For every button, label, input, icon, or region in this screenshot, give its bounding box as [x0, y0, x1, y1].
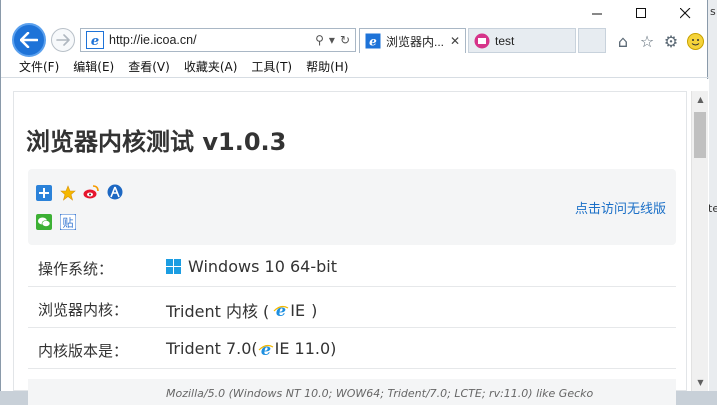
svg-text:e: e: [261, 341, 271, 357]
kernel-version-prefix: Trident 7.0(: [166, 339, 258, 358]
kernel-label: 浏览器内核：: [38, 301, 129, 319]
tab-label: test: [495, 33, 515, 48]
ie-page-icon: e: [86, 31, 104, 49]
forward-arrow-icon: [56, 34, 70, 46]
page-card: 浏览器内核测试 v1.0.3 贴 点击访问无线版 操作系统： Windows 1…: [13, 91, 687, 405]
kernel-version-ie: IE 11.0): [274, 339, 337, 358]
navigation-bar: e http://ie.icoa.cn/ ⚲ ▾ ↻ e 浏览器内... ✕ t…: [1, 22, 709, 57]
tab-test[interactable]: test: [468, 28, 576, 53]
os-value-text: Windows 10 64-bit: [188, 257, 337, 276]
new-tab-button[interactable]: [578, 28, 606, 53]
qzone-star-icon[interactable]: [60, 185, 76, 201]
svg-text:e: e: [91, 34, 99, 49]
menu-bar: 文件(F) 编辑(E) 查看(V) 收藏夹(A) 工具(T) 帮助(H): [1, 56, 709, 78]
ie-logo-icon: e: [258, 341, 273, 357]
share-box: 贴 点击访问无线版: [28, 169, 676, 245]
svg-text:e: e: [369, 35, 377, 49]
os-row: 操作系统： Windows 10 64-bit: [28, 246, 676, 287]
favorites-star-icon[interactable]: ☆: [637, 31, 657, 51]
background-text-fragment: te: [708, 202, 717, 215]
close-icon: [679, 7, 690, 18]
os-label: 操作系统：: [38, 260, 114, 278]
tab-browser-kernel[interactable]: e 浏览器内... ✕: [359, 28, 466, 53]
renren-icon[interactable]: [107, 184, 123, 200]
share-plus-icon[interactable]: [36, 185, 52, 201]
tab-label: 浏览器内...: [386, 34, 445, 49]
weibo-icon[interactable]: [83, 184, 99, 200]
kernel-row: 浏览器内核： Trident 内核 ( e IE ): [28, 287, 676, 328]
menu-tools[interactable]: 工具(T): [251, 58, 292, 75]
back-button[interactable]: [12, 23, 46, 57]
home-icon[interactable]: ⌂: [613, 31, 633, 51]
toolbar-icons: ⌂ ☆ ⚙: [613, 31, 705, 51]
svg-text:贴: 贴: [63, 216, 74, 230]
maximize-icon: [635, 7, 646, 18]
refresh-icon[interactable]: ↻: [340, 33, 350, 47]
tab-close-icon[interactable]: ✕: [448, 34, 462, 48]
kernel-value-suffix: ): [311, 300, 318, 320]
menu-favorites[interactable]: 收藏夹(A): [184, 58, 238, 75]
kernel-version-value: Trident 7.0( e IE 11.0): [166, 339, 336, 358]
kernel-value-prefix: Trident 内核 (: [166, 302, 270, 321]
user-agent-text: Mozilla/5.0 (Windows NT 10.0; WOW64; Tri…: [166, 387, 594, 400]
tab-site-icon: [474, 33, 490, 48]
feedback-smiley-icon[interactable]: [685, 31, 705, 51]
menu-view[interactable]: 查看(V): [128, 58, 170, 75]
vertical-scrollbar[interactable]: ▲ ▼: [691, 91, 708, 391]
menu-edit[interactable]: 编辑(E): [73, 58, 114, 75]
menu-help[interactable]: 帮助(H): [306, 58, 348, 75]
wechat-icon[interactable]: [36, 214, 52, 230]
kernel-value-ie: IE: [290, 300, 306, 320]
back-arrow-icon: [20, 32, 38, 48]
page-viewport: 浏览器内核测试 v1.0.3 贴 点击访问无线版 操作系统： Windows 1…: [1, 79, 709, 405]
search-icon[interactable]: ⚲: [315, 33, 324, 47]
smiley-icon: [686, 32, 704, 50]
scroll-down-arrow-icon[interactable]: ▼: [692, 374, 709, 391]
ie-logo-icon: e: [273, 302, 289, 318]
user-agent-row: Mozilla/5.0 (Windows NT 10.0; WOW64; Tri…: [28, 379, 676, 405]
scroll-thumb[interactable]: [694, 112, 706, 158]
menu-file[interactable]: 文件(F): [19, 58, 59, 75]
windows-logo-icon: [166, 259, 181, 274]
os-value: Windows 10 64-bit: [166, 257, 337, 276]
browser-window: e http://ie.icoa.cn/ ⚲ ▾ ↻ e 浏览器内... ✕ t…: [0, 0, 709, 405]
page-title: 浏览器内核测试 v1.0.3: [26, 128, 287, 156]
wireless-version-link[interactable]: 点击访问无线版: [575, 198, 666, 217]
kernel-value: Trident 内核 ( e IE ): [166, 298, 317, 322]
background-text-fragment: s: [710, 5, 716, 18]
kernel-version-row: 内核版本是： Trident 7.0( e IE 11.0): [28, 328, 676, 369]
address-bar[interactable]: e http://ie.icoa.cn/ ⚲ ▾ ↻: [80, 28, 356, 52]
ie-tab-icon: e: [365, 33, 381, 49]
kernel-version-label: 内核版本是：: [38, 342, 129, 360]
minimize-icon: [591, 13, 602, 14]
settings-gear-icon[interactable]: ⚙: [661, 31, 681, 51]
scroll-up-arrow-icon[interactable]: ▲: [692, 91, 709, 108]
forward-button[interactable]: [51, 28, 75, 52]
dropdown-arrow-icon[interactable]: ▾: [329, 33, 335, 47]
address-url[interactable]: http://ie.icoa.cn/: [109, 33, 315, 47]
tieba-icon[interactable]: 贴: [60, 214, 76, 230]
svg-text:e: e: [276, 302, 286, 318]
